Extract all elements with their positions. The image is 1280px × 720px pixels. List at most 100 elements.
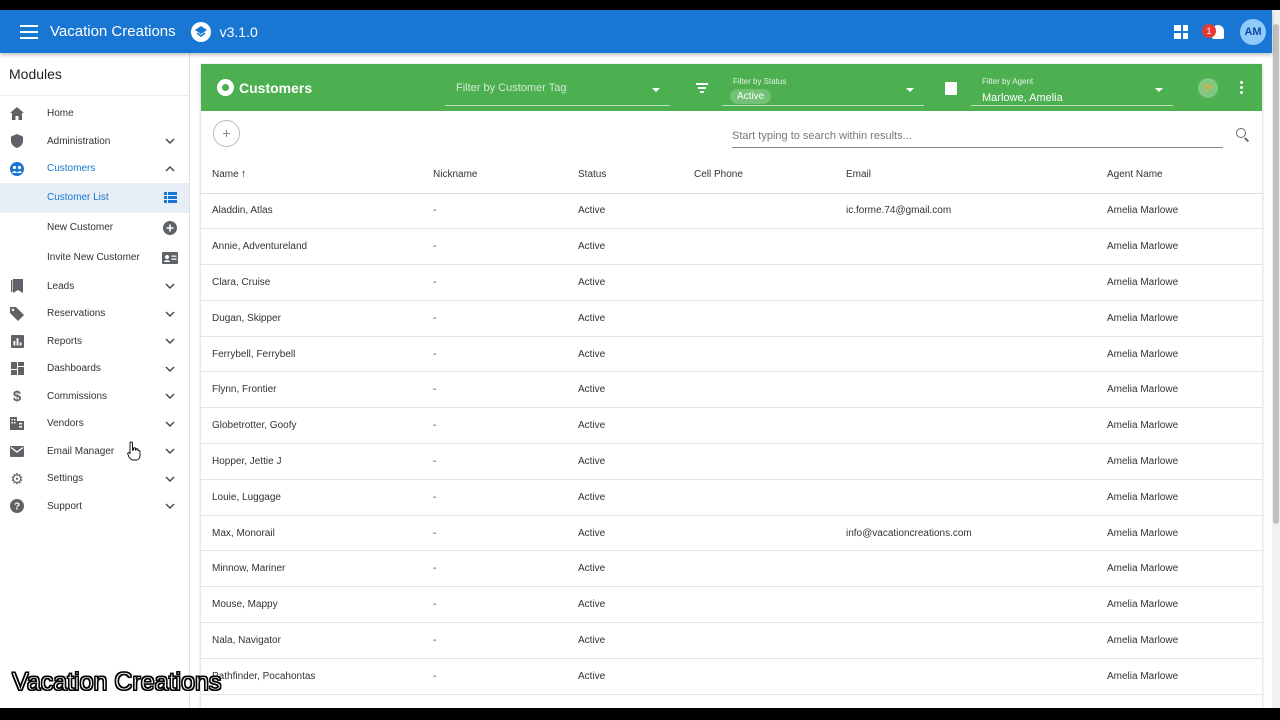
sidebar-item-email-manager[interactable]: Email Manager: [0, 438, 189, 466]
sidebar-item-support[interactable]: ? Support: [0, 493, 189, 521]
sidebar-subitem-invite-new-customer[interactable]: Invite New Customer: [0, 243, 189, 273]
cell-nickname: -: [422, 586, 567, 624]
table-row[interactable]: Clara, Cruise - Active Amelia Marlowe: [201, 264, 1262, 301]
bookmark-icon: [10, 279, 24, 294]
sidebar-item-administration[interactable]: Administration: [0, 128, 189, 156]
table-row[interactable]: Flynn, Frontier - Active Amelia Marlowe: [201, 371, 1262, 409]
sidebar-item-label: Administration: [47, 135, 111, 147]
scrollbar-thumb[interactable]: [1273, 24, 1279, 524]
table-row[interactable]: Aladdin, Atlas - Active ic.forme.74@gmail.c…: [201, 193, 1262, 230]
sidebar-item-label: Reservations: [47, 308, 106, 320]
search-field[interactable]: [732, 125, 1223, 148]
table-row[interactable]: Ferrybell, Ferrybell - Active Amelia Marlow…: [201, 336, 1262, 373]
dashboard-icon[interactable]: [1174, 24, 1188, 39]
notification-badge: 1: [1202, 23, 1216, 38]
cell-nickname: -: [422, 228, 567, 266]
sidebar-item-dashboards[interactable]: Dashboards: [0, 355, 189, 383]
agent-filter[interactable]: Filter by Agent Marlowe, Amelia: [971, 72, 1173, 106]
table-row[interactable]: Dugan, Skipper - Active Amelia Marlowe: [201, 300, 1262, 337]
sidebar-subitem-new-customer[interactable]: New Customer: [0, 213, 189, 243]
search-icon[interactable]: [1236, 128, 1246, 138]
sort-ascending-icon: ↑: [240, 168, 247, 181]
more-options-icon[interactable]: [1240, 81, 1243, 94]
table-row[interactable]: Pathfinder, Pocahontas - Active Amelia Marl…: [201, 658, 1262, 695]
filter-icon[interactable]: [696, 83, 708, 93]
column-header-nickname[interactable]: Nickname: [422, 156, 567, 194]
sidebar-item-leads[interactable]: Leads: [0, 273, 189, 301]
sidebar-item-vendors[interactable]: Vendors: [0, 410, 189, 438]
sidebar-item-home[interactable]: Home: [0, 100, 189, 128]
column-header-cell-phone[interactable]: Cell Phone: [683, 156, 835, 194]
column-header-name[interactable]: Name ↑: [201, 156, 422, 194]
cell-nickname: -: [422, 407, 567, 445]
column-header-agent-name[interactable]: Agent Name: [1096, 156, 1262, 194]
sidebar-subitem-label: Invite New Customer: [47, 252, 140, 263]
sidebar-item-label: Home: [47, 108, 74, 120]
sidebar-item-commissions[interactable]: $ Commissions: [0, 383, 189, 411]
column-header-email[interactable]: Email: [835, 156, 1096, 194]
cell-email: [835, 264, 1096, 301]
table-row[interactable]: Mouse, Mappy - Active Amelia Marlowe: [201, 586, 1262, 624]
cell-status: Active: [567, 550, 683, 588]
menu-icon[interactable]: [20, 24, 38, 39]
sidebar: Modules Home Administration Customers Cu…: [0, 53, 190, 708]
dropdown-arrow-icon: [1155, 88, 1163, 92]
cell-cell-phone: [683, 264, 835, 301]
agent-icon: [945, 82, 957, 95]
customers-table: Name ↑ Nickname Status Cell Phone Email A…: [201, 156, 1262, 695]
add-customer-button[interactable]: +: [213, 120, 240, 147]
status-filter[interactable]: Filter by Status Active: [722, 72, 924, 106]
svg-text:?: ?: [14, 502, 20, 513]
customer-tag-filter[interactable]: Filter by Customer Tag: [445, 72, 670, 106]
sidebar-subitem-customer-list[interactable]: Customer List: [0, 182, 189, 213]
status-filter-chip[interactable]: Active: [730, 89, 772, 104]
cell-email: [835, 658, 1096, 695]
sidebar-item-reservations[interactable]: Reservations: [0, 300, 189, 328]
list-icon: [162, 191, 178, 205]
cell-cell-phone: [683, 336, 835, 373]
cell-nickname: -: [422, 479, 567, 516]
sidebar-item-customers[interactable]: Customers: [0, 155, 189, 183]
building-icon: [10, 417, 24, 431]
add-circle-icon: [162, 220, 178, 235]
dashboard-icon: [10, 362, 24, 376]
refresh-button[interactable]: ⟳: [1198, 78, 1218, 98]
page-scrollbar[interactable]: [1272, 10, 1280, 708]
cell-status: Active: [567, 336, 683, 373]
cell-name: Hopper, Jettie J: [201, 443, 422, 480]
dollar-icon: $: [12, 387, 22, 405]
card-title: Customers: [239, 80, 313, 96]
sidebar-item-label: Vendors: [47, 418, 84, 430]
top-app-bar: Vacation Creations v3.1.0 1 AM: [0, 10, 1272, 53]
table-row[interactable]: Louie, Luggage - Active Amelia Marlowe: [201, 479, 1262, 516]
search-input[interactable]: [732, 125, 1223, 147]
sidebar-item-label: Leads: [47, 280, 75, 292]
table-row[interactable]: Nala, Navigator - Active Amelia Marlowe: [201, 622, 1262, 659]
table-row[interactable]: Globetrotter, Goofy - Active Amelia Marlowe: [201, 407, 1262, 445]
chevron-up-icon: [165, 165, 175, 172]
logo-icon: [190, 21, 211, 42]
avatar[interactable]: AM: [1240, 18, 1266, 45]
table-row[interactable]: Annie, Adventureland - Active Amelia Marlow…: [201, 228, 1262, 266]
cell-agent-name: Amelia Marlowe: [1096, 371, 1262, 409]
cell-email: [835, 622, 1096, 659]
sidebar-item-reports[interactable]: Reports: [0, 328, 189, 356]
notifications-button[interactable]: 1: [1202, 22, 1224, 42]
customer-tag-filter-placeholder: Filter by Customer Tag: [456, 82, 567, 94]
app-title[interactable]: Vacation Creations: [50, 23, 176, 40]
table-header-row: Name ↑ Nickname Status Cell Phone Email A…: [201, 156, 1262, 194]
cell-agent-name: Amelia Marlowe: [1096, 586, 1262, 624]
cell-cell-phone: [683, 407, 835, 445]
help-icon: ?: [10, 499, 24, 514]
cell-cell-phone: [683, 228, 835, 266]
table-row[interactable]: Minnow, Mariner - Active Amelia Marlowe: [201, 550, 1262, 588]
table-row[interactable]: Hopper, Jettie J - Active Amelia Marlowe: [201, 443, 1262, 480]
column-header-status[interactable]: Status: [567, 156, 683, 194]
cell-email: [835, 228, 1096, 266]
tag-icon: [10, 306, 24, 321]
sidebar-item-label: Support: [47, 500, 83, 512]
sidebar-item-settings[interactable]: ⚙ Settings: [0, 465, 189, 493]
contact-card-icon: [162, 251, 178, 265]
table-row[interactable]: Max, Monorail - Active info@vacationcreatio…: [201, 515, 1262, 552]
sidebar-item-label: Customers: [47, 163, 96, 175]
